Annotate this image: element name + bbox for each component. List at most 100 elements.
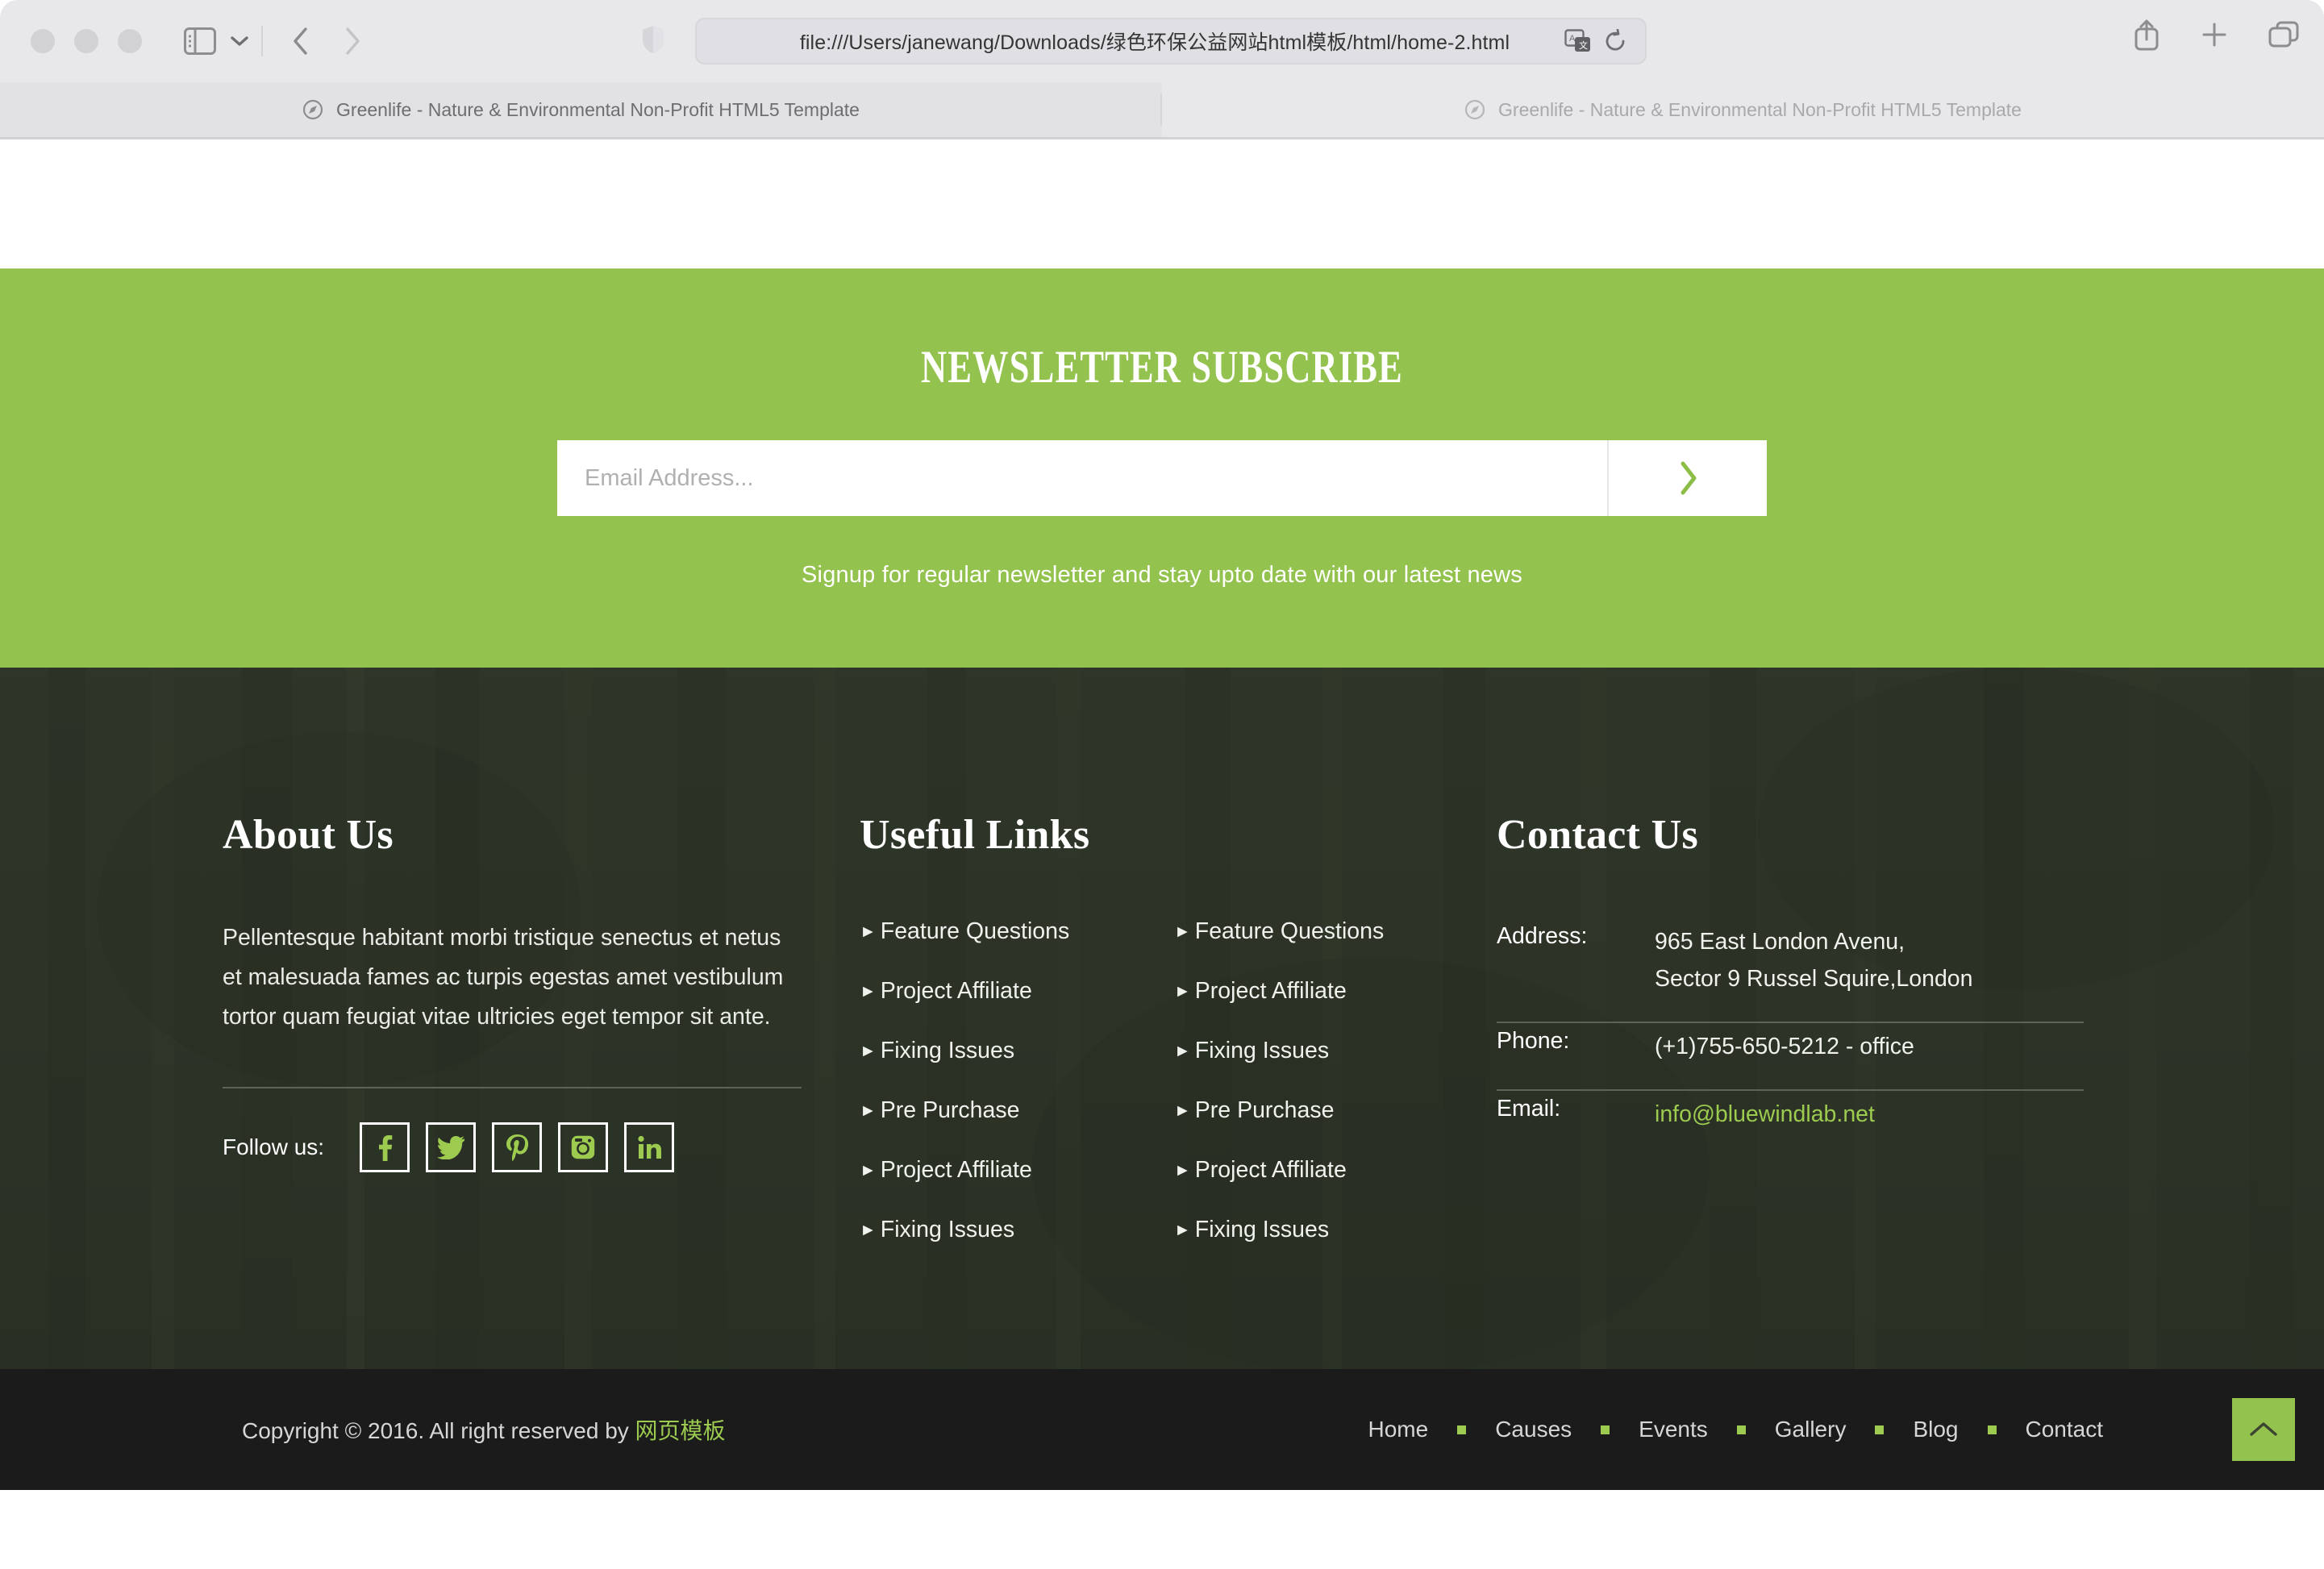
caret-right-icon: ► xyxy=(860,1161,877,1180)
footer-contact-column: Contact Us Address: 965 East London Aven… xyxy=(1497,811,2101,1276)
facebook-icon[interactable] xyxy=(360,1122,410,1173)
social-links xyxy=(360,1122,675,1173)
address-label: Address: xyxy=(1497,923,1588,949)
tab-overview-icon[interactable] xyxy=(2268,19,2300,50)
address-line-1: 965 East London Avenu, xyxy=(1655,929,1905,955)
footer-nav-contact[interactable]: Contact xyxy=(2024,1417,2105,1442)
chevron-up-icon xyxy=(2250,1422,2277,1436)
footer-links-column: Useful Links ► Feature Questions ► Project… xyxy=(860,811,1497,1276)
browser-tab-1-title: Greenlife - Nature & Environmental Non-P… xyxy=(336,98,860,120)
url-text: file:///Users/janewang/Downloads/绿色环保公益网… xyxy=(799,31,1510,54)
linkedin-icon[interactable] xyxy=(624,1122,675,1173)
footer-nav-gallery[interactable]: Gallery xyxy=(1773,1417,1848,1442)
web-page-content: NEWSLETTER SUBSCRIBE Signup for regular … xyxy=(0,139,2324,1569)
instagram-icon[interactable] xyxy=(558,1122,609,1173)
chevron-right-icon xyxy=(1681,461,1697,495)
browser-tab-1[interactable]: Greenlife - Nature & Environmental Non-P… xyxy=(0,82,1162,137)
tab-bar: Greenlife - Nature & Environmental Non-P… xyxy=(0,82,2324,137)
list-item[interactable]: ► Pre Purchase xyxy=(860,1097,1174,1124)
about-divider xyxy=(223,1087,802,1089)
list-item[interactable]: ► Pre Purchase xyxy=(1174,1097,1489,1124)
link-label: Pre Purchase xyxy=(880,1097,1020,1123)
contact-email-row: Email: info@bluewindlab.net xyxy=(1497,1091,2101,1157)
footer-nav-blog[interactable]: Blog xyxy=(1911,1417,1960,1442)
browser-tab-2[interactable]: Greenlife - Nature & Environmental Non-P… xyxy=(1162,82,2324,137)
caret-right-icon: ► xyxy=(860,922,877,941)
email-link[interactable]: info@bluewindlab.net xyxy=(1655,1101,1875,1127)
list-item[interactable]: ► Fixing Issues xyxy=(860,1217,1174,1243)
share-icon[interactable] xyxy=(2132,18,2161,52)
sidebar-icon[interactable] xyxy=(184,27,216,55)
footer-main: About Us Pellentesque habitant morbi tri… xyxy=(0,668,2324,1369)
list-item[interactable]: ► Project Affiliate xyxy=(1174,1157,1489,1184)
compass-icon xyxy=(302,99,323,120)
nav-separator-dot xyxy=(1987,1425,1997,1434)
link-label: Fixing Issues xyxy=(880,1038,1015,1063)
useful-links-grid: ► Feature Questions ► Project Affiliate ► F… xyxy=(860,918,1497,1276)
svg-text:文: 文 xyxy=(1579,40,1588,51)
copyright-bar: Copyright © 2016. All right reserved by … xyxy=(0,1369,2324,1490)
list-item[interactable]: ► Fixing Issues xyxy=(860,1038,1174,1064)
caret-right-icon: ► xyxy=(1174,982,1191,1001)
link-label: Project Affiliate xyxy=(880,978,1032,1004)
caret-right-icon: ► xyxy=(1174,1042,1191,1060)
follow-us-label: Follow us: xyxy=(223,1134,325,1160)
copyright-text: Copyright © 2016. All right reserved by … xyxy=(242,1413,726,1446)
list-item[interactable]: ► Feature Questions xyxy=(1174,918,1489,945)
contact-address-row: Address: 965 East London Avenu, Sector 9… xyxy=(1497,918,2101,1022)
about-text: Pellentesque habitant morbi tristique se… xyxy=(223,925,784,1030)
footer-nav-events[interactable]: Events xyxy=(1637,1417,1710,1442)
newsletter-submit-button[interactable] xyxy=(1607,440,1767,516)
newsletter-note: Signup for regular newsletter and stay u… xyxy=(802,562,1522,588)
list-item[interactable]: ► Project Affiliate xyxy=(860,1157,1174,1184)
caret-right-icon: ► xyxy=(860,1101,877,1120)
link-label: Fixing Issues xyxy=(1194,1038,1330,1063)
page-blank-area xyxy=(0,139,2324,268)
caret-right-icon: ► xyxy=(1174,922,1191,941)
back-chevron-icon[interactable] xyxy=(292,27,310,56)
address-line-2: Sector 9 Russel Squire,London xyxy=(1655,966,1973,993)
caret-right-icon: ► xyxy=(1174,1101,1191,1120)
link-label: Project Affiliate xyxy=(880,1157,1032,1183)
compass-icon xyxy=(1464,99,1485,120)
footer-nav-home[interactable]: Home xyxy=(1367,1417,1431,1442)
list-item[interactable]: ► Fixing Issues xyxy=(1174,1038,1489,1064)
address-bar[interactable]: file:///Users/janewang/Downloads/绿色环保公益网… xyxy=(695,18,1647,65)
list-item[interactable]: ► Fixing Issues xyxy=(1174,1217,1489,1243)
nav-separator-dot xyxy=(1601,1425,1610,1434)
copyright-link[interactable]: 网页模板 xyxy=(635,1418,726,1443)
privacy-shield-icon[interactable] xyxy=(641,24,665,59)
newsletter-heading: NEWSLETTER SUBSCRIBE xyxy=(921,342,1403,393)
caret-right-icon: ► xyxy=(860,1042,877,1060)
list-item[interactable]: ► Project Affiliate xyxy=(860,978,1174,1005)
plus-icon[interactable] xyxy=(2200,20,2229,49)
copyright-prefix: Copyright © 2016. All right reserved by xyxy=(242,1418,635,1443)
browser-toolbar: file:///Users/janewang/Downloads/绿色环保公益网… xyxy=(0,0,2324,82)
useful-links-col-2: ► Feature Questions ► Project Affiliate ► F… xyxy=(1174,918,1489,1276)
caret-right-icon: ► xyxy=(1174,1221,1191,1239)
footer-nav-causes[interactable]: Causes xyxy=(1493,1417,1573,1442)
email-input[interactable] xyxy=(557,440,1607,516)
browser-tab-2-title: Greenlife - Nature & Environmental Non-P… xyxy=(1498,98,2022,120)
twitter-icon[interactable] xyxy=(426,1122,477,1173)
scroll-to-top-button[interactable] xyxy=(2232,1398,2295,1461)
chevron-down-icon[interactable] xyxy=(229,34,250,48)
pinterest-icon[interactable] xyxy=(492,1122,543,1173)
translate-icon[interactable]: A 文 xyxy=(1564,29,1592,53)
list-item[interactable]: ► Project Affiliate xyxy=(1174,978,1489,1005)
forward-chevron-icon[interactable] xyxy=(344,27,361,56)
caret-right-icon: ► xyxy=(1174,1161,1191,1180)
reload-icon[interactable] xyxy=(1603,29,1627,53)
caret-right-icon: ► xyxy=(860,1221,877,1239)
link-label: Project Affiliate xyxy=(1194,978,1347,1004)
newsletter-form xyxy=(557,440,1767,516)
nav-separator-dot xyxy=(1457,1425,1467,1434)
phone-label: Phone: xyxy=(1497,1028,1570,1055)
newsletter-section: NEWSLETTER SUBSCRIBE Signup for regular … xyxy=(0,268,2324,668)
link-label: Feature Questions xyxy=(1194,918,1385,944)
zoom-window-button[interactable] xyxy=(118,29,142,53)
minimize-window-button[interactable] xyxy=(74,29,98,53)
link-label: Pre Purchase xyxy=(1194,1097,1335,1123)
list-item[interactable]: ► Feature Questions xyxy=(860,918,1174,945)
close-window-button[interactable] xyxy=(31,29,55,53)
